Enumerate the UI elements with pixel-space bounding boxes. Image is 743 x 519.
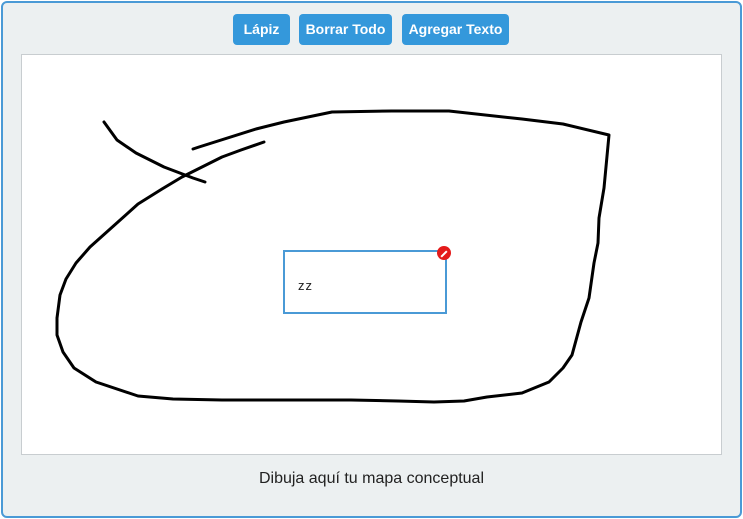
canvas-caption: Dibuja aquí tu mapa conceptual xyxy=(258,470,485,487)
pencil-button[interactable]: Lápiz xyxy=(233,14,290,45)
text-box-content[interactable]: zz xyxy=(298,278,313,293)
drawing-canvas[interactable]: zz xyxy=(21,54,722,455)
text-box[interactable]: zz xyxy=(283,246,451,314)
toolbar: Lápiz Borrar Todo Agregar Texto xyxy=(3,14,740,45)
concept-map-widget: Lápiz Borrar Todo Agregar Texto zz Dibuj… xyxy=(1,1,742,518)
clear-all-button[interactable]: Borrar Todo xyxy=(299,14,392,45)
close-icon[interactable] xyxy=(437,246,451,260)
add-text-button[interactable]: Agregar Texto xyxy=(402,14,509,45)
